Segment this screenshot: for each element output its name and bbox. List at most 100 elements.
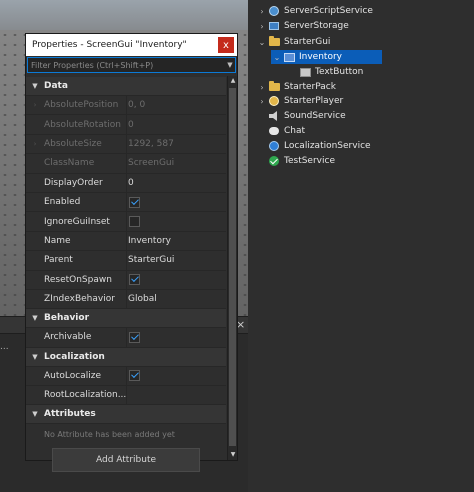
ignoreguiinset-checkbox[interactable] — [129, 216, 140, 228]
tree-item-label: TextButton — [315, 67, 364, 77]
property-value — [126, 270, 226, 289]
property-value[interactable]: Inventory — [126, 231, 226, 251]
scroll-up-icon[interactable]: ▲ — [228, 76, 238, 86]
property-name: IgnoreGuiInset — [44, 216, 110, 227]
property-value[interactable]: Global — [126, 289, 226, 309]
tree-item-chat[interactable]: Chat — [256, 124, 305, 138]
screengui-icon — [283, 51, 295, 63]
property-row[interactable]: ResetOnSpawn — [26, 270, 226, 290]
property-value[interactable]: StarterGui — [126, 251, 226, 270]
property-name: AbsolutePosition — [44, 100, 119, 111]
property-row[interactable]: Enabled — [26, 192, 226, 213]
expand-arrow-icon[interactable]: › — [256, 83, 268, 92]
property-row[interactable]: AutoLocalize — [26, 366, 226, 387]
property-name: ResetOnSpawn — [44, 274, 112, 285]
add-attribute-button[interactable]: Add Attribute — [52, 448, 200, 473]
properties-titlebar[interactable]: Properties - ScreenGui "Inventory" x — [26, 34, 237, 56]
property-name: AbsoluteRotation — [44, 119, 121, 130]
property-row[interactable]: ClassName ScreenGui — [26, 154, 226, 174]
viewport-sky — [0, 0, 248, 30]
tree-item-label: ServerStorage — [284, 21, 349, 31]
property-value[interactable]: 0 — [126, 173, 226, 192]
attributes-empty-message: No Attribute has been added yet — [44, 429, 175, 439]
property-name: ZIndexBehavior — [44, 294, 115, 305]
property-value — [126, 366, 226, 386]
section-data[interactable]: ▼ Data — [26, 77, 226, 96]
property-row[interactable]: AbsoluteRotation 0 — [26, 115, 226, 135]
collapse-arrow-icon[interactable]: ▼ — [26, 314, 44, 322]
tree-item-serverscriptservice[interactable]: › ServerScriptService — [256, 4, 373, 18]
section-behavior[interactable]: ▼ Behavior — [26, 309, 226, 329]
resetonspawn-checkbox[interactable] — [129, 274, 140, 286]
property-row[interactable]: Name Inventory — [26, 231, 226, 252]
archivable-checkbox[interactable] — [129, 331, 140, 343]
properties-list: ▼ Data › AbsolutePosition 0, 0 AbsoluteR… — [26, 77, 226, 476]
expand-arrow-icon[interactable]: › — [26, 101, 44, 109]
property-row[interactable]: › AbsoluteSize 1292, 587 — [26, 134, 226, 155]
collapse-arrow-icon[interactable]: ⌄ — [271, 53, 283, 62]
section-label: Localization — [44, 351, 105, 362]
tree-item-textbutton[interactable]: TextButton — [287, 65, 363, 79]
enabled-checkbox[interactable] — [129, 196, 140, 208]
expand-arrow-icon[interactable]: › — [26, 140, 44, 148]
collapse-arrow-icon[interactable]: ▼ — [26, 353, 44, 361]
player-icon — [268, 95, 280, 107]
tree-item-startergui[interactable]: ⌄ StarterGui — [256, 35, 330, 49]
property-row[interactable]: Parent StarterGui — [26, 251, 226, 271]
property-row[interactable]: RootLocalization... — [26, 386, 226, 406]
tree-item-label: Chat — [284, 126, 306, 136]
filter-properties-input[interactable] — [28, 60, 225, 70]
expand-arrow-icon[interactable]: › — [256, 22, 268, 31]
property-name: Parent — [44, 255, 73, 266]
expand-arrow-icon[interactable]: › — [256, 7, 268, 16]
property-name: ClassName — [44, 158, 95, 169]
property-value — [126, 328, 226, 347]
tree-item-label: SoundService — [284, 111, 346, 121]
add-attribute-container: Add Attribute — [26, 444, 226, 476]
folder-icon — [268, 36, 280, 48]
tree-item-soundservice[interactable]: SoundService — [256, 109, 346, 123]
tree-item-localizationservice[interactable]: LocalizationService — [256, 139, 371, 153]
tree-item-label: StarterPlayer — [284, 96, 344, 106]
filter-properties-field[interactable]: ▼ — [27, 57, 236, 73]
localization-icon — [268, 140, 280, 152]
property-name: RootLocalization... — [44, 390, 126, 401]
section-localization[interactable]: ▼ Localization — [26, 347, 226, 367]
property-row[interactable]: ZIndexBehavior Global — [26, 289, 226, 310]
property-row[interactable]: › AbsolutePosition 0, 0 — [26, 96, 226, 116]
property-row[interactable]: IgnoreGuiInset — [26, 212, 226, 232]
properties-scrollbar[interactable]: ▲ ▼ — [227, 76, 237, 460]
property-value — [126, 212, 226, 231]
expand-arrow-icon[interactable]: › — [256, 97, 268, 106]
tree-item-testservice[interactable]: TestService — [256, 154, 335, 168]
tree-item-starterplayer[interactable]: › StarterPlayer — [256, 94, 343, 108]
property-name: AbsoluteSize — [44, 138, 102, 149]
close-icon[interactable]: x — [218, 37, 234, 53]
property-row[interactable]: Archivable — [26, 328, 226, 348]
property-value: 0 — [126, 115, 226, 134]
collapse-arrow-icon[interactable]: ▼ — [26, 410, 44, 418]
output-ellipsis: ... — [0, 342, 9, 352]
scroll-thumb[interactable] — [229, 88, 236, 446]
properties-title: Properties - ScreenGui "Inventory" — [32, 40, 187, 50]
section-label: Behavior — [44, 313, 90, 324]
property-name: DisplayOrder — [44, 177, 103, 188]
tree-item-serverstorage[interactable]: › ServerStorage — [256, 19, 349, 33]
property-value[interactable] — [126, 386, 226, 405]
scroll-down-icon[interactable]: ▼ — [228, 450, 238, 460]
tree-item-inventory[interactable]: ⌄ Inventory — [271, 50, 382, 64]
script-service-icon — [268, 5, 280, 17]
textbutton-icon — [299, 66, 311, 78]
tree-item-starterpack[interactable]: › StarterPack — [256, 80, 336, 94]
chevron-down-icon[interactable]: ▼ — [225, 61, 235, 69]
property-name: Archivable — [44, 332, 92, 343]
tree-item-label: LocalizationService — [284, 141, 371, 151]
explorer-panel: › ServerScriptService › ServerStorage ⌄ … — [248, 0, 474, 492]
property-value: 0, 0 — [126, 96, 226, 115]
autolocalize-checkbox[interactable] — [129, 370, 140, 382]
collapse-arrow-icon[interactable]: ▼ — [26, 82, 44, 90]
section-attributes[interactable]: ▼ Attributes — [26, 405, 226, 425]
property-row[interactable]: DisplayOrder 0 — [26, 173, 226, 193]
storage-icon — [268, 20, 280, 32]
collapse-arrow-icon[interactable]: ⌄ — [256, 38, 268, 47]
